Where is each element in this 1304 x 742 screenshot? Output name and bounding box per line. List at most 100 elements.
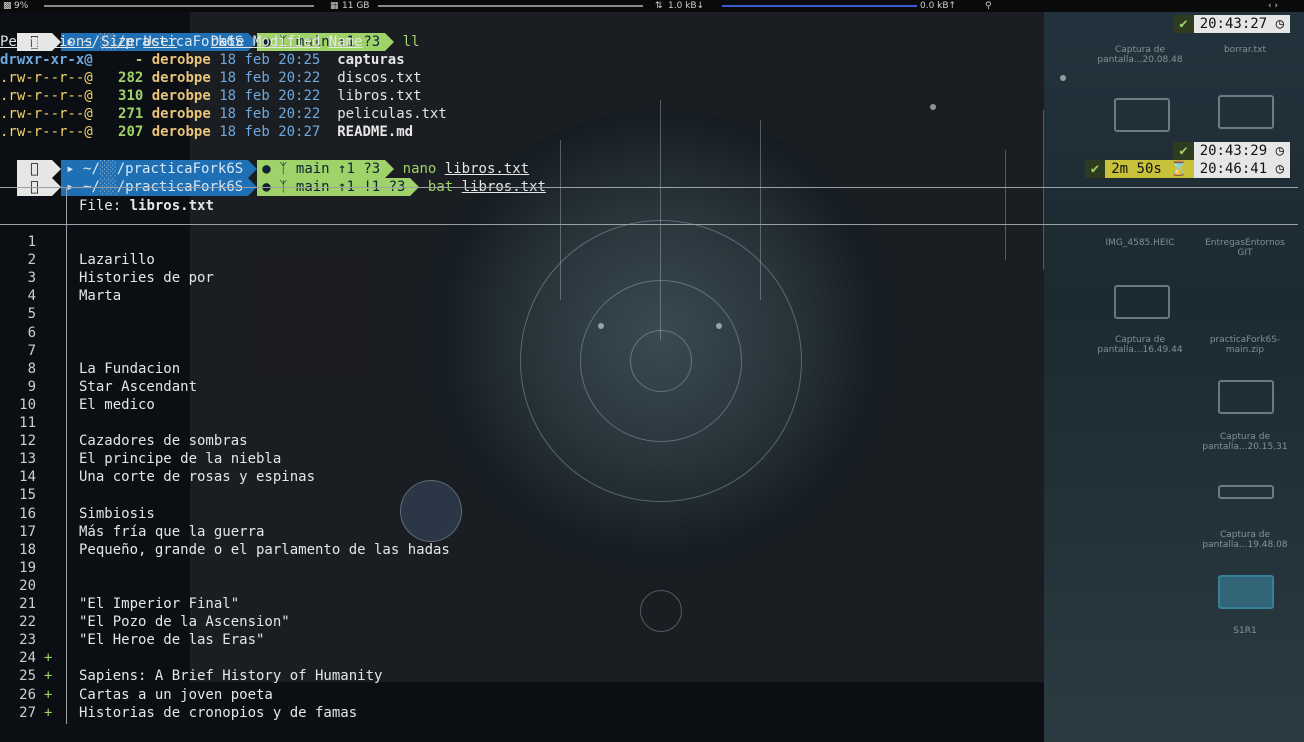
git-added-marker: + <box>44 650 53 667</box>
row-name: peliculas.txt <box>337 106 447 122</box>
desktop-file-icon[interactable] <box>1218 380 1274 414</box>
line-number: 12 <box>19 433 36 450</box>
line-number: 6 <box>27 324 36 341</box>
bat-header-divider <box>66 187 67 224</box>
row-user: derobpe <box>151 88 211 104</box>
listing-header: Permissions Size User Date Modified Name <box>0 33 362 51</box>
hourglass-icon: ⌛ <box>1170 161 1188 177</box>
wallpaper-ring <box>640 590 682 632</box>
line-text: Más fría que la guerra <box>79 523 265 540</box>
line-number: 16 <box>19 505 36 522</box>
row-date: 18 feb 20:22 <box>219 70 321 86</box>
row-name: capturas <box>337 52 405 68</box>
desktop-file-icon[interactable] <box>1114 285 1170 319</box>
desktop-label: IMG_4585.HEIC <box>1105 238 1175 248</box>
line-number: 9 <box>27 378 36 395</box>
col-date: Date Modified <box>210 34 321 50</box>
right-prompt-3: ✔ 2m 50s ⌛ 20:46:41 ◷ <box>1084 160 1290 178</box>
line-text: Star Ascendant <box>79 378 198 395</box>
row-perm: .rw-r--r--@ <box>0 124 93 140</box>
desktop-label: practicaFork6S-main.zip <box>1209 335 1281 355</box>
line-text: "El Heroe de las Eras" <box>79 632 265 649</box>
line-number: 5 <box>27 306 36 323</box>
row-name: libros.txt <box>337 88 422 104</box>
row-perm: drwxr-xr-x@ <box>0 52 93 68</box>
clock-icon: ◷ <box>1275 143 1284 159</box>
prompt-time: 20:43:27 <box>1199 16 1268 32</box>
cpu-usage: 9% <box>14 1 29 11</box>
scroll-arrows-icon[interactable]: ‹ › <box>1268 0 1278 12</box>
desktop-file-icon[interactable] <box>1218 95 1274 129</box>
wallpaper-dot <box>716 323 722 329</box>
wallpaper-line <box>560 140 561 300</box>
row-date: 18 feb 20:27 <box>219 124 321 140</box>
line-text: Histories de por <box>79 270 214 287</box>
line-number: 23 <box>19 632 36 649</box>
desktop-label: EntregasEntornos GIT <box>1205 238 1285 258</box>
line-text: La Fundacion <box>79 360 181 377</box>
memory-graph <box>378 5 643 7</box>
prompt-line-3:  ▸ ~/░░/practicaFork6S● ᛉ main ↑1 !1 ?3… <box>0 160 546 196</box>
net-down: 1.0 kB↓ <box>668 1 705 11</box>
check-icon: ✔ <box>1084 160 1106 178</box>
row-user: derobpe <box>151 52 211 68</box>
duration-segment: 2m 50s ⌛ <box>1105 160 1194 178</box>
git-added-marker: + <box>44 668 53 685</box>
listing-row: .rw-r--r--@ 282 derobpe 18 feb 20:22 dis… <box>0 69 422 87</box>
line-number: 20 <box>19 577 36 594</box>
desktop-file-icon[interactable] <box>1114 98 1170 132</box>
line-number: 4 <box>27 288 36 305</box>
line-text: El principe de la niebla <box>79 451 282 468</box>
line-text: Cazadores de sombras <box>79 433 248 450</box>
bat-file-header: File: libros.txt <box>79 197 214 215</box>
cpu-graph <box>44 5 314 7</box>
network-graph <box>722 5 917 7</box>
desktop-label: Captura de pantalla...20.08.48 <box>1097 45 1183 65</box>
line-text: "El Imperior Final" <box>79 596 240 612</box>
line-number: 10 <box>19 396 36 413</box>
listing-row: .rw-r--r--@ 207 derobpe 18 feb 20:27 REA… <box>0 123 413 141</box>
line-number: 2 <box>27 252 36 269</box>
row-size: 310 <box>118 88 144 104</box>
line-text: Cartas a un joven poeta <box>79 686 273 703</box>
time-segment: 20:46:41 ◷ <box>1193 160 1290 178</box>
row-date: 18 feb 20:22 <box>219 88 321 104</box>
listing-row: .rw-r--r--@ 271 derobpe 18 feb 20:22 pel… <box>0 105 447 123</box>
time-segment: 20:43:27 ◷ <box>1193 15 1290 33</box>
bat-top-rule <box>0 187 1298 188</box>
right-prompt-1: ✔ 20:43:27 ◷ <box>1173 15 1290 33</box>
search-icon[interactable]: ⚲ <box>985 0 992 12</box>
desktop-folder-icon[interactable] <box>1218 575 1274 609</box>
memory-icon: ▦ <box>330 1 339 11</box>
wallpaper-line <box>1005 150 1006 260</box>
prompt-time: 20:43:29 <box>1199 143 1268 159</box>
bat-header-rule <box>0 224 1298 225</box>
menu-status-bar: ▩ 9% ▦ 11 GB ⇅ 1.0 kB↓ 0.0 kB↑ ⚲ ‹ › <box>0 0 1304 12</box>
line-text: Historias de cronopios y de famas <box>79 704 358 721</box>
bat-file-name: libros.txt <box>129 198 214 214</box>
row-size: 207 <box>118 124 144 140</box>
prompt-time: 20:46:41 <box>1199 161 1268 177</box>
line-text: El medico <box>79 396 155 413</box>
desktop-file-icon[interactable] <box>1218 485 1274 499</box>
wallpaper-line <box>660 100 661 340</box>
line-number: 22 <box>19 614 36 631</box>
wallpaper-dot <box>930 104 936 110</box>
row-user: derobpe <box>151 124 211 140</box>
line-text: Pequeño, grande o el parlamento de las h… <box>79 541 450 558</box>
prompt-line-2:  ▸ ~/░░/practicaFork6S● ᛉ main ↑1 ?3 na… <box>0 142 529 178</box>
row-perm: .rw-r--r--@ <box>0 88 93 104</box>
prompt-duration: 2m 50s <box>1111 161 1162 177</box>
line-text: Una corte de rosas y espinas <box>79 469 316 486</box>
row-size: - <box>134 52 144 68</box>
line-text: "El Pozo de la Ascension" <box>79 614 290 631</box>
line-number: 19 <box>19 559 36 576</box>
clock-icon: ◷ <box>1275 16 1284 32</box>
col-user: User <box>143 34 178 50</box>
row-perm: .rw-r--r--@ <box>0 106 93 122</box>
line-number: 3 <box>27 270 36 287</box>
line-number: 15 <box>19 487 36 504</box>
row-date: 18 feb 20:22 <box>219 106 321 122</box>
right-prompt-2: ✔ 20:43:29 ◷ <box>1173 142 1290 160</box>
col-permissions: Permissions <box>0 34 93 50</box>
